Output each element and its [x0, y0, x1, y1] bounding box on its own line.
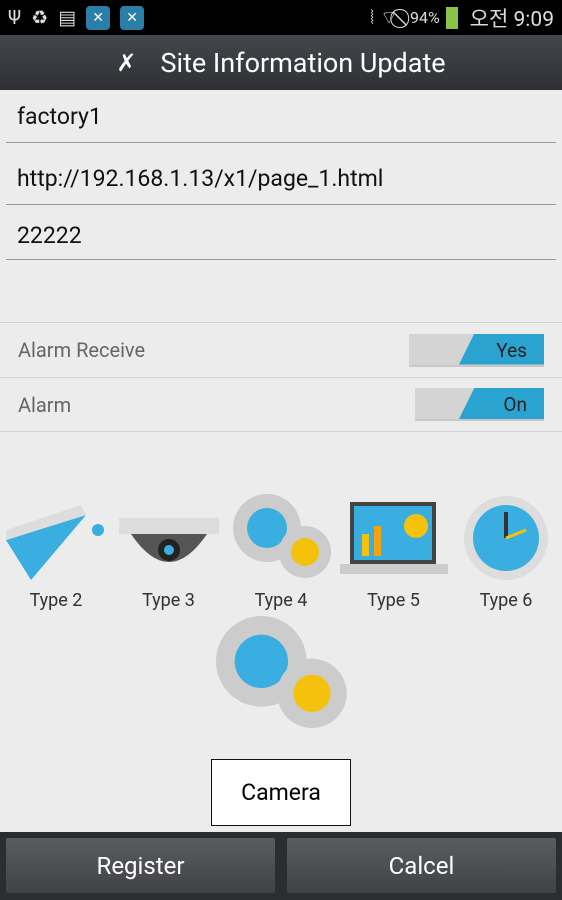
alarm-receive-row: Alarm Receive Yes — [0, 322, 562, 377]
type-3-item[interactable]: Type 3 — [113, 490, 225, 611]
type-label: Type 4 — [254, 590, 308, 611]
toggle-value: Yes — [459, 333, 544, 365]
usb-icon: Ψ — [8, 6, 22, 29]
battery-text: 94% — [409, 8, 440, 27]
toggle-value: On — [459, 388, 544, 419]
url-input[interactable]: http://192.168.1.13/x1/page_1.html — [6, 165, 556, 205]
wifi-icon: ⌔ — [380, 5, 398, 29]
camera-dome-icon — [118, 518, 219, 562]
alarm-label: Alarm — [18, 392, 72, 417]
type-label: Type 6 — [479, 590, 533, 611]
alarm-toggle[interactable]: On — [415, 388, 544, 421]
type-list: Type 2 Type 3 Type 4 Type 5 Type 6 — [0, 460, 562, 611]
status-bar: Ψ ♻ ▤ ✕ ✕ ⦚ ⌔ ⃠ 94% 오전 9:09 — [0, 0, 562, 35]
type-label: Type 2 — [29, 590, 83, 611]
recycle-icon: ♻ — [31, 6, 49, 29]
action-bar: ✗ Site Information Update — [0, 35, 562, 90]
clock: 오전 9:09 — [469, 7, 554, 32]
type-2-item[interactable]: Type 2 — [0, 490, 112, 611]
sim-icon: ▤ — [58, 6, 77, 29]
laptop-chart-icon — [339, 502, 448, 574]
app-logo-icon: ✗ — [116, 48, 137, 77]
type-label: Type 5 — [367, 590, 420, 611]
vibrate-icon: ⦚ — [370, 6, 375, 29]
alarm-receive-label: Alarm Receive — [18, 338, 146, 362]
type-5-item[interactable]: Type 5 — [338, 490, 450, 611]
alarm-row: Alarm On — [0, 377, 562, 432]
type-4-item[interactable]: Type 4 — [225, 490, 337, 611]
cancel-button[interactable]: Calcel — [287, 838, 556, 893]
gears-icon — [233, 494, 331, 578]
page-title: Site Information Update — [160, 46, 446, 79]
app-icon: ✕ — [86, 5, 111, 30]
battery-charging-icon — [445, 6, 458, 29]
site-name-input[interactable]: factory1 — [6, 103, 556, 143]
port-input[interactable]: 22222 — [6, 222, 556, 260]
alarm-receive-toggle[interactable]: Yes — [409, 333, 544, 367]
register-button[interactable]: Register — [6, 838, 275, 893]
app-icon: ✕ — [120, 5, 145, 30]
flask-icon — [6, 505, 104, 580]
alarm-clock-icon — [464, 496, 548, 580]
bottom-bar: Register Calcel — [0, 832, 562, 900]
type-label: Type 3 — [142, 590, 195, 611]
type-6-item[interactable]: Type 6 — [450, 490, 562, 611]
camera-button[interactable]: Camera — [211, 759, 351, 826]
selected-gears-icon — [216, 616, 347, 728]
